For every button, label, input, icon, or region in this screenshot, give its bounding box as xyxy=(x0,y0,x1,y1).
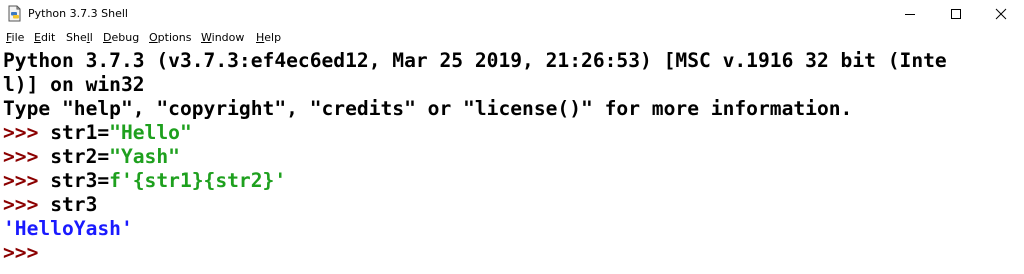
string-literal: "Hello" xyxy=(109,121,192,144)
banner-line: l)] on win32 xyxy=(3,73,145,96)
menu-options[interactable]: Options xyxy=(149,31,191,44)
shell-prompt: >>> xyxy=(3,241,51,264)
code-text: str2= xyxy=(50,145,110,168)
maximize-icon xyxy=(951,9,961,19)
menu-shell[interactable]: Shell xyxy=(66,31,93,44)
shell-prompt: >>> xyxy=(3,193,51,216)
title-bar[interactable]: Python 3.7.3 Shell xyxy=(0,0,1024,28)
menu-bar: File Edit Shell Debug Options Window Hel… xyxy=(0,28,1024,48)
python-idle-file-icon xyxy=(7,5,24,22)
shell-output-line: 'HelloYash' xyxy=(3,217,133,240)
code-text: str3= xyxy=(50,169,110,192)
shell-input-line: >>> str2="Yash" xyxy=(3,145,180,169)
close-icon xyxy=(995,8,1007,20)
menu-edit[interactable]: Edit xyxy=(34,31,55,44)
banner-line: Python 3.7.3 (v3.7.3:ef4ec6ed12, Mar 25 … xyxy=(3,49,947,72)
window-title: Python 3.7.3 Shell xyxy=(28,7,128,20)
shell-text-area[interactable]: Python 3.7.3 (v3.7.3:ef4ec6ed12, Mar 25 … xyxy=(0,48,1024,274)
menu-debug[interactable]: Debug xyxy=(103,31,139,44)
code-text: str3 xyxy=(50,193,98,216)
menu-window[interactable]: Window xyxy=(201,31,244,44)
string-literal: "Yash" xyxy=(109,145,180,168)
banner-help-line: Type "help", "copyright", "credits" or "… xyxy=(3,97,853,120)
minimize-button[interactable] xyxy=(887,0,933,28)
shell-prompt: >>> xyxy=(3,121,51,144)
shell-input-line: >>> str1="Hello" xyxy=(3,121,192,145)
close-button[interactable] xyxy=(978,0,1024,28)
minimize-icon xyxy=(905,14,915,15)
shell-prompt: >>> xyxy=(3,145,51,168)
string-literal: f'{str1}{str2}' xyxy=(109,169,287,192)
code-text: str1= xyxy=(50,121,110,144)
maximize-button[interactable] xyxy=(933,0,979,28)
shell-current-prompt-line[interactable]: >>> xyxy=(3,241,50,265)
shell-prompt: >>> xyxy=(3,169,51,192)
menu-help[interactable]: Help xyxy=(256,31,281,44)
shell-input-line: >>> str3=f'{str1}{str2}' xyxy=(3,169,286,193)
menu-file[interactable]: File xyxy=(6,31,24,44)
shell-input-line: >>> str3 xyxy=(3,193,97,217)
